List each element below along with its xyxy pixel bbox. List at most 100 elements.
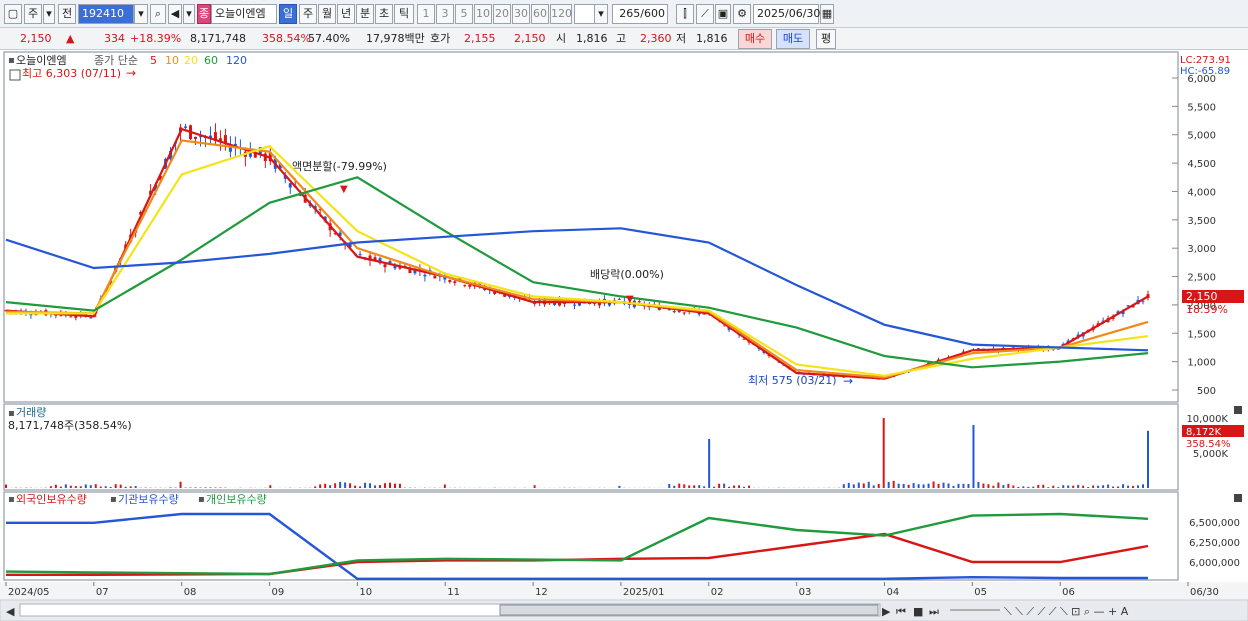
- candle-body: [448, 280, 452, 282]
- rewind-icon[interactable]: ⏮: [896, 605, 906, 618]
- volume-bar: [723, 483, 726, 488]
- period-year-button[interactable]: 년: [337, 4, 355, 24]
- volume-bar: [84, 484, 87, 488]
- gear-icon[interactable]: ⚙: [733, 4, 751, 24]
- legend-individual-holdings[interactable]: 개인보유수량: [206, 493, 267, 506]
- volume-bar: [897, 483, 900, 488]
- search-icon[interactable]: ⌕: [150, 4, 166, 24]
- x-tick-label: 2024/05: [8, 587, 50, 598]
- volume-bar: [1052, 485, 1055, 488]
- scroll-right-icon[interactable]: ▶: [882, 605, 891, 618]
- volume-bar: [334, 483, 337, 488]
- scroll-left-icon[interactable]: ◀: [6, 605, 15, 618]
- volume-bar: [1097, 485, 1100, 488]
- draw-tool-icon[interactable]: ⟋: [696, 4, 714, 24]
- volume-bar: [344, 482, 347, 488]
- price-tick-label: 4,000: [1187, 187, 1216, 198]
- legend-stock-name[interactable]: 오늘이엔엠: [16, 54, 67, 67]
- period-second-button[interactable]: 초: [375, 4, 393, 24]
- stop-icon[interactable]: ■: [913, 605, 923, 618]
- legend-ma-10[interactable]: 10: [165, 54, 179, 67]
- legend-ma-120[interactable]: 120: [226, 54, 247, 67]
- volume-bar: [204, 487, 207, 488]
- volume-bar: [1017, 487, 1020, 488]
- chevron-down-icon[interactable]: ▾: [183, 4, 195, 24]
- period-week-button[interactable]: 주: [299, 4, 317, 24]
- volume-bar: [369, 483, 372, 488]
- interval-1-button[interactable]: 1: [417, 4, 435, 24]
- volume-bar: [89, 485, 92, 488]
- volume-bar: [443, 484, 446, 488]
- fast-forward-icon[interactable]: ⏭: [929, 605, 939, 618]
- interval-5-button[interactable]: 5: [455, 4, 473, 24]
- volume-bar: [1137, 485, 1140, 488]
- candle-body: [453, 281, 457, 284]
- volume-bar: [738, 485, 741, 488]
- interval-30-button[interactable]: 30: [512, 4, 530, 24]
- volume-bar: [977, 482, 980, 488]
- interval-3-button[interactable]: 3: [436, 4, 454, 24]
- volume-bar: [887, 481, 890, 488]
- calendar-icon[interactable]: ▦: [820, 4, 834, 24]
- buy-button[interactable]: 매수: [738, 29, 772, 49]
- chart-menu-icon[interactable]: ▢: [4, 4, 22, 24]
- legend-ma-60[interactable]: 60: [204, 54, 218, 67]
- period-day-button[interactable]: 일: [279, 4, 297, 24]
- chevron-down-icon[interactable]: ▾: [134, 4, 148, 24]
- period-month-button[interactable]: 월: [318, 4, 336, 24]
- close-icon[interactable]: [1234, 406, 1242, 414]
- legend-ma-5[interactable]: 5: [150, 54, 157, 67]
- turnover-rate: 57.40%: [308, 32, 350, 45]
- volume-bar: [1117, 486, 1120, 488]
- candle-icon[interactable]: ⫿: [676, 4, 694, 24]
- scrollbar-thumb[interactable]: [499, 604, 879, 616]
- volume-bar: [852, 484, 855, 488]
- high-price: 2,360: [640, 32, 672, 45]
- volume-bar: [907, 484, 910, 488]
- x-tick-label: 06/30: [1190, 587, 1219, 598]
- volume-bar: [693, 485, 696, 488]
- volume-bar: [877, 483, 880, 488]
- period-minute-button[interactable]: 분: [356, 4, 374, 24]
- tool-icons[interactable]: ⟍ ⟍ ⟋ ⟋ ⟋ ⟍ ⊡ ⌕ — + A: [1004, 605, 1129, 618]
- close-icon[interactable]: [1234, 494, 1242, 502]
- volume-title[interactable]: 거래량: [16, 406, 46, 419]
- price-tick-label: 500: [1197, 386, 1216, 397]
- period-type-select[interactable]: 주: [24, 4, 42, 24]
- stock-chart[interactable]: 5001,0001,5002,0002,5003,0003,5004,0004,…: [0, 50, 1248, 621]
- volume-bar: [957, 483, 960, 488]
- volume-bar: [937, 483, 940, 488]
- prev-button[interactable]: 전: [58, 4, 76, 24]
- volume-bar: [743, 486, 746, 488]
- price-tick-label: 3,500: [1187, 216, 1216, 227]
- period-tick-button[interactable]: 틱: [394, 4, 414, 24]
- data-count-field[interactable]: 265/600: [612, 4, 668, 24]
- stock-code-input[interactable]: 192410: [78, 4, 134, 24]
- interval-10-button[interactable]: 10: [474, 4, 492, 24]
- volume-tick-label: 10,000K: [1186, 414, 1228, 425]
- chevron-down-icon[interactable]: ▾: [43, 4, 55, 24]
- volume-bar: [69, 485, 72, 488]
- volume-bar: [912, 483, 915, 488]
- date-input[interactable]: 2025/06/30: [753, 4, 820, 24]
- speaker-icon[interactable]: ◀: [168, 4, 182, 24]
- avg-button[interactable]: 평: [816, 29, 836, 49]
- panel-marker-icon: ▪: [110, 494, 117, 505]
- interval-20-button[interactable]: 20: [493, 4, 511, 24]
- legend-institution-holdings[interactable]: 기관보유수량: [118, 493, 179, 506]
- volume-bar: [713, 486, 716, 488]
- volume-bar: [129, 486, 132, 488]
- save-icon[interactable]: ▣: [715, 4, 731, 24]
- legend-foreign-holdings[interactable]: 외국인보유수량: [16, 493, 87, 506]
- x-tick-label: 10: [359, 587, 372, 598]
- volume-bar: [179, 481, 182, 488]
- interval-120-button[interactable]: 120: [550, 4, 572, 24]
- volume-bar: [748, 485, 751, 488]
- high-label: 고: [616, 32, 627, 45]
- interval-60-button[interactable]: 60: [531, 4, 549, 24]
- chevron-down-icon[interactable]: ▾: [594, 4, 608, 24]
- ask-label: 호가: [430, 32, 451, 45]
- legend-ma-20[interactable]: 20: [184, 54, 198, 67]
- ask-price-2: 2,150: [514, 32, 546, 45]
- sell-button[interactable]: 매도: [776, 29, 810, 49]
